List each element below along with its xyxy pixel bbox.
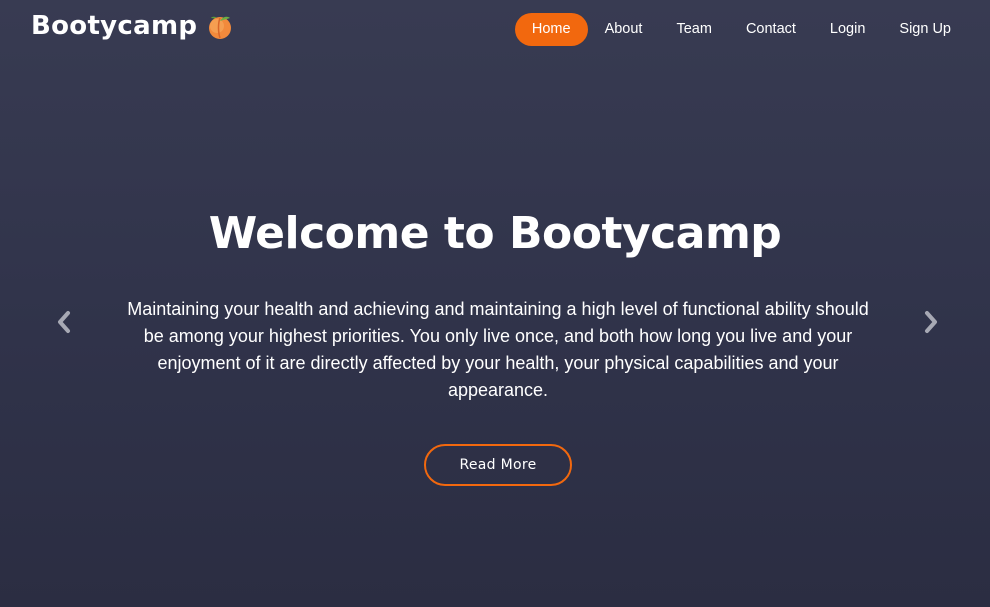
chevron-left-icon (58, 311, 70, 333)
carousel-prev-button[interactable] (46, 304, 82, 340)
brand-name: Bootycamp (31, 11, 198, 41)
nav-links: Home About Team Contact Login Sign Up (514, 13, 968, 46)
hero-title: Welcome to Bootycamp (208, 208, 782, 259)
nav-home[interactable]: Home (514, 13, 588, 46)
chevron-right-icon (925, 311, 937, 333)
navbar: Bootycamp Home About Team Contact Login … (0, 0, 990, 58)
hero-description: Maintaining your health and achieving an… (127, 299, 869, 400)
nav-sign-up[interactable]: Sign Up (882, 13, 968, 46)
nav-contact[interactable]: Contact (729, 13, 813, 46)
nav-about[interactable]: About (588, 13, 660, 46)
carousel-next-button[interactable] (913, 304, 949, 340)
read-more-button[interactable]: Read More (424, 444, 572, 486)
nav-login[interactable]: Login (813, 13, 882, 46)
peach-icon (209, 16, 232, 39)
nav-team[interactable]: Team (659, 13, 728, 46)
brand-link[interactable]: Bootycamp (31, 11, 234, 41)
